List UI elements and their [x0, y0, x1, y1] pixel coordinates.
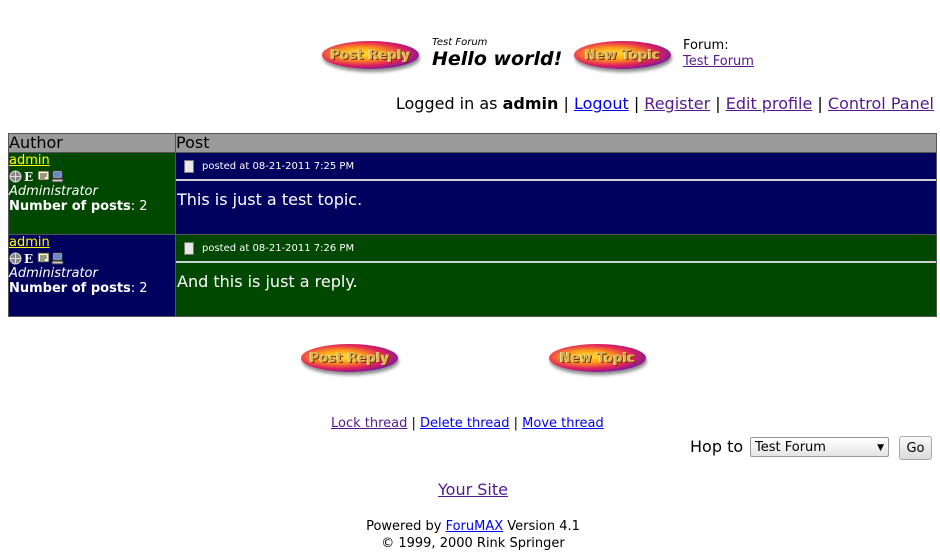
- post-reply-button-bottom[interactable]: Post Reply: [301, 344, 398, 372]
- author-cell: admin E Administrator Number of posts: 2: [8, 152, 176, 235]
- logout-link[interactable]: Logout: [574, 94, 629, 113]
- delete-thread-link[interactable]: Delete thread: [420, 416, 509, 431]
- email-icon[interactable]: E: [23, 252, 36, 265]
- new-topic-label: New Topic: [559, 350, 636, 366]
- post-body: This is just a test topic.: [177, 190, 363, 209]
- profile-icon[interactable]: [37, 252, 50, 265]
- post-timestamp: posted at 08-21-2011 7:26 PM: [202, 242, 355, 254]
- hop-to-select[interactable]: Test Forum ▼: [750, 437, 889, 457]
- go-button[interactable]: Go: [899, 436, 932, 460]
- profile-icon[interactable]: [37, 170, 50, 183]
- new-topic-button[interactable]: New Topic: [574, 41, 671, 69]
- hop-to-selected: Test Forum: [755, 440, 826, 455]
- post-reply-label: Post Reply: [309, 350, 390, 366]
- new-topic-button-bottom[interactable]: New Topic: [549, 344, 646, 372]
- author-post-count: Number of posts: 2: [9, 199, 175, 214]
- author-role: Administrator: [9, 266, 98, 281]
- computer-icon[interactable]: [51, 170, 64, 183]
- post-count-label: Number of posts: [9, 281, 131, 296]
- logged-in-text: Logged in as: [395, 94, 498, 113]
- author-icons: E: [9, 168, 175, 184]
- your-site-link[interactable]: Your Site: [438, 480, 508, 499]
- edit-profile-link[interactable]: Edit profile: [726, 94, 813, 113]
- post-reply-label: Post Reply: [330, 47, 411, 63]
- forum-link[interactable]: Test Forum: [683, 54, 754, 69]
- author-post-count: Number of posts: 2: [9, 281, 175, 296]
- powered-version: Version 4.1: [507, 519, 580, 534]
- your-site-row: Your Site: [0, 480, 940, 499]
- forum-label: Forum:: [683, 38, 729, 53]
- forumax-link[interactable]: ForuMAX: [446, 519, 504, 534]
- author-cell: admin E Administrator Number of posts: 2: [8, 234, 176, 317]
- post-count-value: : 2: [130, 281, 148, 296]
- post-timestamp: posted at 08-21-2011 7:25 PM: [202, 160, 355, 172]
- globe-icon[interactable]: [9, 252, 22, 265]
- computer-icon[interactable]: [51, 252, 64, 265]
- logged-in-username: admin: [502, 94, 559, 113]
- post-count-label: Number of posts: [9, 199, 131, 214]
- post-cell: posted at 08-21-2011 7:26 PM And this is…: [175, 234, 937, 317]
- author-column-header: Author: [8, 133, 176, 153]
- control-panel-link[interactable]: Control Panel: [828, 94, 934, 113]
- svg-text:E: E: [24, 252, 33, 265]
- table-row: admin E Administrator Number of posts: 2…: [8, 234, 937, 317]
- post-reply-button[interactable]: Post Reply: [322, 41, 419, 69]
- powered-line: Powered by ForuMAX Version 4.1: [0, 518, 940, 535]
- move-thread-link[interactable]: Move thread: [522, 416, 604, 431]
- post-column-header: Post: [175, 133, 937, 153]
- posts-table: Author Post admin E Administrator Number…: [8, 133, 937, 317]
- table-row: admin E Administrator Number of posts: 2…: [8, 152, 937, 235]
- hop-to-label: Hop to: [690, 437, 744, 456]
- powered-prefix: Powered by: [366, 519, 442, 534]
- email-icon[interactable]: E: [23, 170, 36, 183]
- post-cell: posted at 08-21-2011 7:25 PM This is jus…: [175, 152, 937, 235]
- powered-by: Powered by ForuMAX Version 4.1 © 1999, 2…: [0, 518, 940, 552]
- topic-forum-name: Test Forum: [432, 37, 488, 48]
- dropdown-arrow-icon: ▼: [877, 443, 884, 453]
- author-role: Administrator: [9, 184, 98, 199]
- moderation-links: Lock thread | Delete thread | Move threa…: [331, 416, 604, 431]
- document-icon: [184, 159, 194, 173]
- lock-thread-link[interactable]: Lock thread: [331, 416, 407, 431]
- topic-title: Hello world!: [432, 48, 563, 70]
- new-topic-label: New Topic: [584, 47, 661, 63]
- author-link[interactable]: admin: [9, 153, 50, 168]
- table-header-row: Author Post: [8, 133, 937, 153]
- copyright: © 1999, 2000 Rink Springer: [381, 536, 565, 551]
- author-icons: E: [9, 250, 175, 266]
- post-meta: posted at 08-21-2011 7:25 PM: [176, 153, 936, 181]
- register-link[interactable]: Register: [644, 94, 710, 113]
- document-icon: [184, 241, 194, 255]
- svg-text:E: E: [24, 170, 33, 183]
- post-body: And this is just a reply.: [177, 272, 358, 291]
- globe-icon[interactable]: [9, 170, 22, 183]
- author-link[interactable]: admin: [9, 235, 50, 250]
- user-bar: Logged in as admin | Logout | Register |…: [395, 94, 934, 113]
- post-count-value: : 2: [130, 199, 148, 214]
- post-meta: posted at 08-21-2011 7:26 PM: [176, 235, 936, 263]
